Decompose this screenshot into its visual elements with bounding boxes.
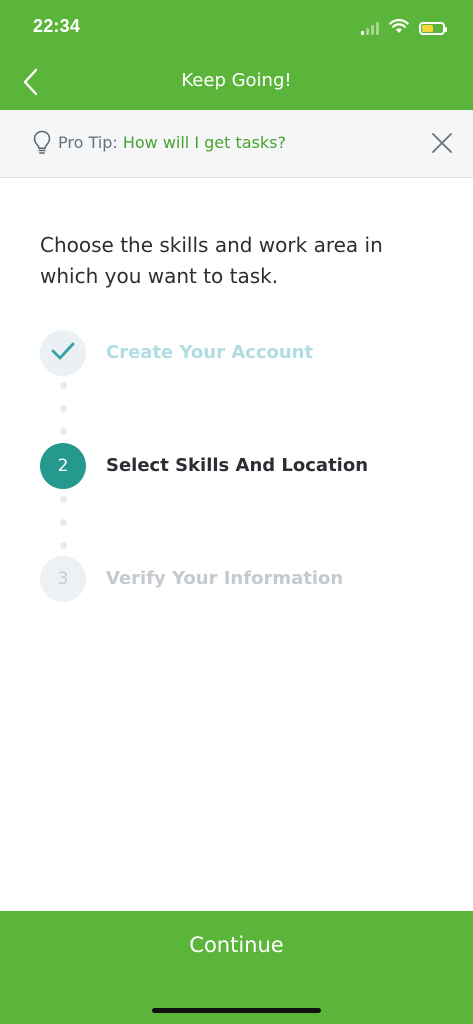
signal-icon [361,21,379,35]
close-button[interactable] [429,130,455,156]
step-connector-dot [60,428,67,435]
step-check-circle [40,330,86,376]
header: 22:34 Keep Going! [0,0,473,110]
continue-label: Continue [189,933,284,957]
status-time: 22:34 [33,16,81,36]
nav-bar: Keep Going! [0,56,473,110]
pro-tip-link[interactable]: How will I get tasks? [123,133,286,152]
step-number-circle: 3 [40,556,86,602]
intro-text: Choose the skills and work area in which… [40,233,383,288]
wifi-icon [389,18,409,38]
pro-tip-banner: Pro Tip: How will I get tasks? [0,110,473,178]
step-verify-info: 3 Verify Your Information [40,556,460,602]
lightbulb-icon [33,130,51,160]
step-connector-dot [60,382,67,389]
step-connector-dot [60,496,67,503]
status-icons [361,18,447,38]
step-select-skills: 2 Select Skills And Location [40,443,460,489]
step-number-circle: 2 [40,443,86,489]
step-connector-dot [60,405,67,412]
pro-tip-prefix: Pro Tip: [58,133,123,152]
close-icon [429,133,455,160]
step-label: Create Your Account [106,342,314,363]
step-connector-dot [60,542,67,549]
step-create-account: Create Your Account [40,330,460,376]
check-icon [51,342,75,365]
pro-tip-text: Pro Tip: How will I get tasks? [58,133,286,152]
page-title: Keep Going! [181,70,292,91]
status-bar: 22:34 [0,0,473,56]
step-connector-dot [60,519,67,526]
step-label: Select Skills And Location [106,455,369,476]
battery-icon [419,21,447,35]
home-indicator [152,1008,321,1013]
step-label: Verify Your Information [106,568,344,589]
